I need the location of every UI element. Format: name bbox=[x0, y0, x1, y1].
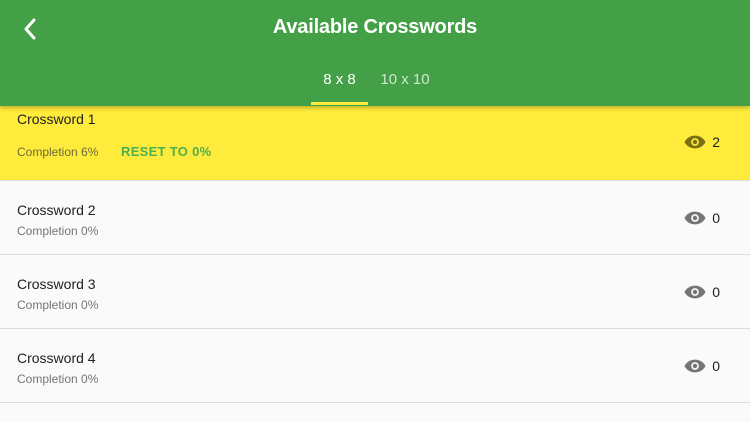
tab-8x8[interactable]: 8 x 8 bbox=[311, 62, 368, 106]
eye-icon bbox=[684, 211, 706, 225]
eye-icon bbox=[684, 285, 706, 299]
crossword-row-3[interactable]: Crossword 3 Completion 0% 0 bbox=[0, 255, 750, 329]
crossword-row-4[interactable]: Crossword 4 Completion 0% 0 bbox=[0, 329, 750, 403]
views-count: 0 bbox=[712, 210, 720, 226]
eye-icon bbox=[684, 359, 706, 373]
crossword-row-2[interactable]: Crossword 2 Completion 0% 0 bbox=[0, 181, 750, 255]
views-count: 0 bbox=[712, 358, 720, 374]
eye-icon bbox=[684, 135, 706, 149]
completion-text: Completion 0% bbox=[17, 372, 99, 386]
views-indicator: 0 bbox=[684, 210, 720, 226]
views-count: 2 bbox=[712, 134, 720, 150]
crossword-title: Crossword 4 bbox=[17, 350, 96, 366]
tab-10x10[interactable]: 10 x 10 bbox=[370, 62, 440, 106]
completion-text: Completion 6% bbox=[17, 145, 99, 159]
page-title: Available Crosswords bbox=[272, 16, 478, 38]
tab-bar: 8 x 8 10 x 10 bbox=[0, 62, 750, 106]
crossword-row-1[interactable]: Crossword 1 Completion 6% RESET TO 0% 2 bbox=[0, 106, 750, 181]
crossword-title: Crossword 3 bbox=[17, 276, 96, 292]
tab-indicator bbox=[311, 102, 368, 105]
crossword-list: Crossword 1 Completion 6% RESET TO 0% 2 … bbox=[0, 106, 750, 403]
completion-text: Completion 0% bbox=[17, 298, 99, 312]
app-bar: Available Crosswords 8 x 8 10 x 10 bbox=[0, 0, 750, 106]
completion-text: Completion 0% bbox=[17, 224, 99, 238]
crossword-title: Crossword 1 bbox=[17, 111, 96, 127]
crossword-title: Crossword 2 bbox=[17, 202, 96, 218]
views-indicator: 0 bbox=[684, 358, 720, 374]
views-indicator: 2 bbox=[684, 134, 720, 150]
reset-button[interactable]: RESET TO 0% bbox=[121, 144, 211, 159]
views-count: 0 bbox=[712, 284, 720, 300]
views-indicator: 0 bbox=[684, 284, 720, 300]
